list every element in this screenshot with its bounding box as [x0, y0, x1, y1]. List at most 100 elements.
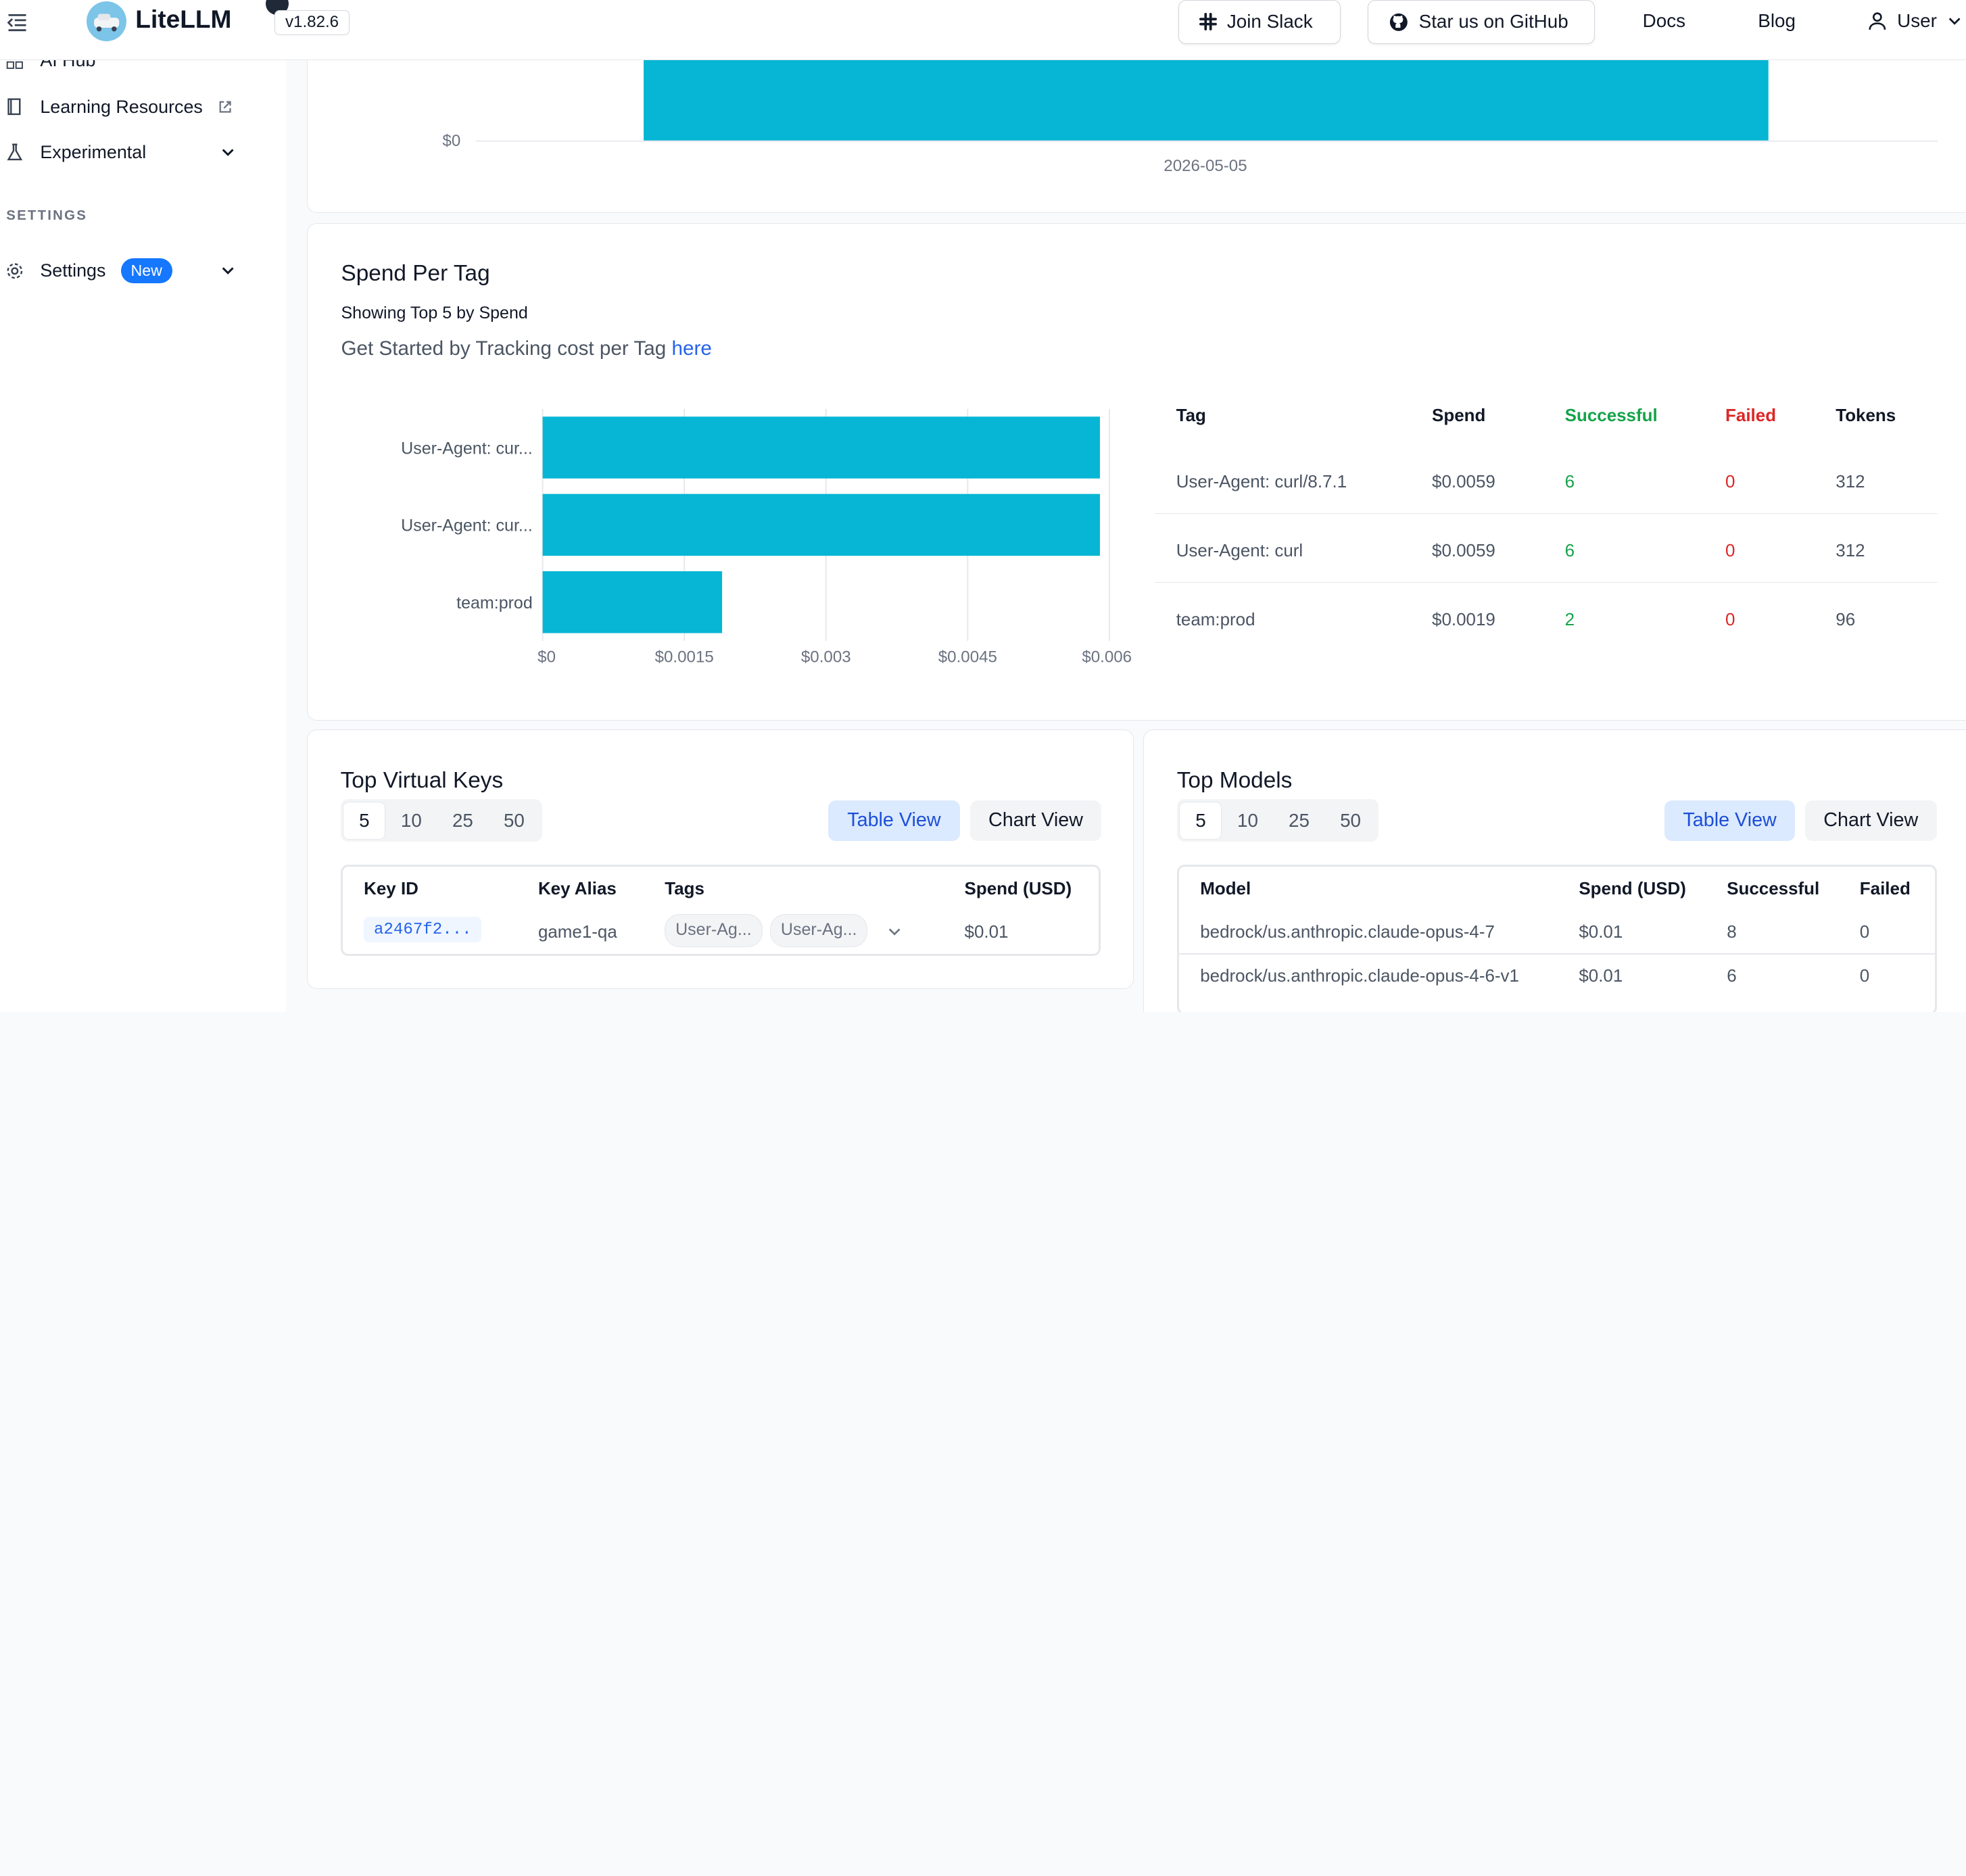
- top-models-card: Top Models 5 10 25 50 Table View Chart V…: [1143, 729, 1966, 1012]
- models-chart-view-button[interactable]: Chart View: [1804, 800, 1937, 841]
- keys-chart-view-button[interactable]: Chart View: [969, 800, 1102, 841]
- sidebar-item-label: Settings: [40, 260, 106, 281]
- col-header-model: Model: [1200, 877, 1251, 898]
- limit-option-5[interactable]: 5: [1179, 802, 1222, 840]
- book-icon: [7, 98, 21, 116]
- cell-failed: 0: [1859, 921, 1870, 942]
- cell-failed: 0: [1725, 609, 1735, 630]
- spend-per-tag-chart: $0 $0.0015 $0.003 $0.0045 $0.006 User-Agent: …: [402, 408, 1132, 666]
- user-icon: [1869, 12, 1886, 30]
- cell-failed: 0: [1725, 540, 1735, 561]
- settings-section-header: SETTINGS: [6, 208, 88, 223]
- limit-option-10[interactable]: 10: [1222, 802, 1273, 840]
- top-virtual-keys-title: Top Virtual Keys: [340, 768, 504, 794]
- limit-option-25[interactable]: 25: [1273, 802, 1324, 840]
- col-header-failed: Failed: [1725, 405, 1777, 426]
- table-header-row: Tag Spend Successful Failed Tokens: [1155, 395, 1937, 439]
- limit-option-25[interactable]: 25: [437, 802, 488, 840]
- litellm-logo-icon: [86, 1, 127, 42]
- x-tick-label: $0.0015: [655, 648, 714, 666]
- cell-successful: 8: [1727, 921, 1737, 942]
- app-root: LiteLLM v1.82.6 Join Slack Star us on Gi…: [0, 0, 1966, 1012]
- limit-option-50[interactable]: 50: [488, 802, 540, 840]
- top-virtual-keys-table: Key ID Key Alias Tags Spend (USD) a2467f…: [340, 864, 1101, 957]
- spend-per-tag-title: Spend Per Tag: [341, 260, 490, 286]
- chevron-down-icon: [222, 267, 234, 275]
- cell-spend: $0.01: [964, 921, 1009, 942]
- limit-option-5[interactable]: 5: [343, 802, 386, 840]
- sidebar-item-label: Experimental: [40, 141, 147, 162]
- cell-spend: $0.0019: [1432, 609, 1495, 630]
- sidebar-item-settings[interactable]: Settings New: [5, 258, 235, 284]
- x-tick-label: $0.0045: [938, 648, 997, 666]
- y-category-label: team:prod: [457, 594, 533, 612]
- chart-bar: [543, 494, 1101, 556]
- chevron-down-icon: [222, 149, 234, 156]
- cell-tokens: 312: [1836, 471, 1865, 492]
- col-header-spend: Spend: [1432, 405, 1486, 426]
- cell-tag: User-Agent: curl/8.7.1: [1176, 471, 1347, 492]
- models-limit-selector: 5 10 25 50: [1176, 799, 1379, 842]
- tag-tracking-link[interactable]: here: [672, 337, 712, 360]
- col-header-tag: Tag: [1176, 405, 1206, 426]
- x-tick-label: $0.003: [801, 648, 851, 666]
- cell-tag: User-Agent: curl: [1176, 540, 1303, 561]
- spend-per-tag-table: Tag Spend Successful Failed Tokens User-…: [1155, 395, 1938, 652]
- y-tick-label: $0: [443, 132, 461, 150]
- star-github-label: Star us on GitHub: [1418, 11, 1568, 32]
- keys-table-view-button[interactable]: Table View: [828, 800, 960, 841]
- sidebar-item-learning-resources[interactable]: Learning Resources: [5, 97, 233, 118]
- cell-successful: 6: [1564, 471, 1575, 492]
- sidebar-item-label: Learning Resources: [40, 96, 203, 117]
- col-header-spend: Spend (USD): [964, 877, 1072, 898]
- cell-tokens: 312: [1836, 540, 1865, 561]
- models-table-view-button[interactable]: Table View: [1664, 800, 1796, 841]
- slack-icon: [1199, 13, 1218, 31]
- top-header: LiteLLM v1.82.6 Join Slack Star us on Gi…: [0, 0, 1966, 61]
- sidebar: AI Hub Learning Resources Experimental S…: [0, 50, 286, 1012]
- key-id-link[interactable]: a2467f2...: [364, 917, 482, 943]
- col-header-successful: Successful: [1564, 405, 1658, 426]
- cell-failed: 0: [1859, 965, 1870, 986]
- sidebar-toggle-icon[interactable]: [5, 10, 30, 35]
- tag-tracking-hint: Get Started by Tracking cost per Tag her…: [341, 337, 711, 360]
- col-header-tags: Tags: [665, 877, 704, 898]
- x-tick-label: 2026-05-05: [1164, 157, 1247, 175]
- keys-limit-selector: 5 10 25 50: [340, 799, 543, 842]
- cell-spend: $0.0059: [1432, 540, 1495, 561]
- cell-successful: 2: [1564, 609, 1575, 630]
- col-header-tokens: Tokens: [1836, 405, 1896, 426]
- table-row: User-Agent: curl/8.7.1 $0.0059 6 0 312: [1155, 445, 1938, 514]
- limit-option-50[interactable]: 50: [1325, 802, 1376, 840]
- star-github-button[interactable]: Star us on GitHub: [1368, 0, 1596, 44]
- user-label: User: [1897, 9, 1937, 31]
- table-row: User-Agent: curl $0.0059 6 0 312: [1155, 514, 1938, 583]
- limit-option-10[interactable]: 10: [385, 802, 437, 840]
- github-icon: [1389, 13, 1408, 31]
- expand-tags-chevron-icon[interactable]: [887, 924, 902, 939]
- cell-spend: $0.01: [1579, 965, 1623, 986]
- chart-bar: [543, 416, 1101, 479]
- tag-chip: User-Ag...: [665, 914, 763, 947]
- sidebar-item-experimental[interactable]: Experimental: [5, 142, 235, 163]
- cell-successful: 6: [1727, 965, 1737, 986]
- top-models-title: Top Models: [1176, 768, 1293, 794]
- top-models-table: Model Spend (USD) Successful Failed bedr…: [1176, 864, 1937, 1012]
- app-name: LiteLLM: [135, 5, 232, 34]
- cell-tokens: 96: [1836, 609, 1856, 630]
- tag-chip: User-Ag...: [770, 914, 868, 947]
- join-slack-button[interactable]: Join Slack: [1178, 0, 1341, 44]
- flask-icon: [7, 143, 23, 161]
- row-divider: [1178, 953, 1935, 955]
- external-link-icon: [219, 101, 231, 113]
- version-badge: v1.82.6: [274, 9, 350, 35]
- user-menu[interactable]: User: [1867, 10, 1962, 32]
- col-header-key-id: Key ID: [364, 877, 418, 898]
- blog-link[interactable]: Blog: [1758, 10, 1796, 32]
- docs-link[interactable]: Docs: [1643, 10, 1685, 32]
- join-slack-label: Join Slack: [1226, 11, 1313, 32]
- x-tick-label: $0.006: [1082, 648, 1132, 666]
- spend-per-tag-subtitle: Showing Top 5 by Spend: [341, 303, 528, 322]
- y-category-label: User-Agent: cur...: [402, 439, 533, 458]
- cell-successful: 6: [1564, 540, 1575, 561]
